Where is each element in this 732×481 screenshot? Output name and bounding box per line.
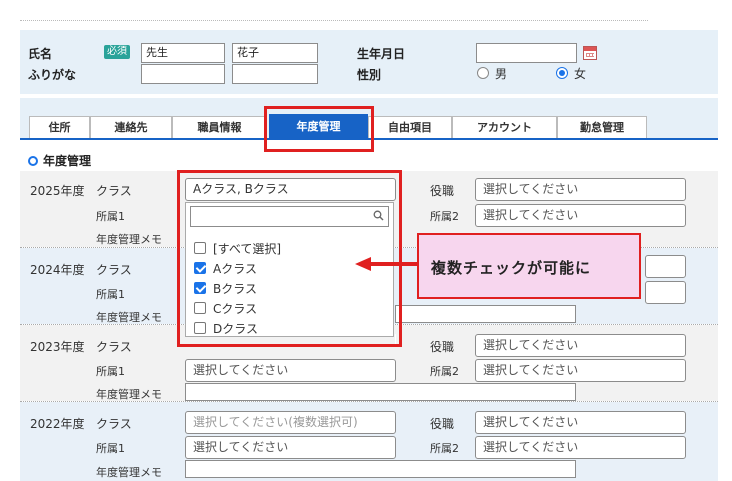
role-select[interactable]: 選択してください bbox=[475, 178, 686, 201]
dept2-select[interactable]: 選択してください bbox=[475, 359, 686, 382]
tab-custom-fields[interactable]: 自由項目 bbox=[368, 116, 452, 139]
class-select[interactable]: 選択してください(複数選択可) bbox=[185, 411, 396, 434]
role-label: 役職 bbox=[430, 340, 455, 354]
section-title-text: 年度管理 bbox=[43, 154, 92, 168]
birthdate-label: 生年月日 bbox=[357, 47, 406, 61]
person-info-panel bbox=[20, 30, 718, 94]
dept1-label: 所属1 bbox=[96, 365, 125, 378]
role-label: 役職 bbox=[430, 184, 455, 198]
year-label: 2022年度 bbox=[30, 417, 85, 431]
role-label: 役職 bbox=[430, 417, 455, 431]
first-name-input[interactable]: 花子 bbox=[232, 43, 318, 63]
memo-label: 年度管理メモ bbox=[96, 388, 162, 401]
tab-highlight-box bbox=[264, 106, 374, 152]
name-label: 氏名 bbox=[28, 47, 53, 61]
dept2-select[interactable]: 選択してください bbox=[475, 204, 686, 227]
gender-label: 性別 bbox=[357, 68, 382, 82]
arrow-left-icon bbox=[355, 257, 419, 271]
year-label: 2025年度 bbox=[30, 184, 85, 198]
class-label: クラス bbox=[96, 263, 132, 277]
dept2-select[interactable]: 選択してください bbox=[475, 436, 686, 459]
memo-input[interactable] bbox=[185, 383, 576, 401]
memo-label: 年度管理メモ bbox=[96, 311, 162, 324]
required-badge: 必須 bbox=[104, 45, 130, 59]
dept2-label: 所属2 bbox=[430, 442, 459, 455]
class-label: クラス bbox=[96, 417, 132, 431]
class-label: クラス bbox=[96, 340, 132, 354]
last-name-input[interactable]: 先生 bbox=[141, 43, 225, 63]
circle-icon bbox=[28, 155, 38, 166]
dept1-select[interactable]: 選択してください bbox=[185, 436, 396, 459]
top-divider bbox=[20, 20, 648, 21]
gender-male-label: 男 bbox=[495, 67, 508, 81]
tab-address[interactable]: 住所 bbox=[29, 116, 90, 139]
callout-note: 複数チェックが可能に bbox=[417, 233, 641, 299]
first-name-kana-input[interactable] bbox=[232, 64, 318, 84]
memo-label: 年度管理メモ bbox=[96, 233, 162, 246]
dept2-label: 所属2 bbox=[430, 365, 459, 378]
furigana-label: ふりがな bbox=[28, 68, 77, 82]
dept1-label: 所属1 bbox=[96, 442, 125, 455]
gender-female-label: 女 bbox=[574, 67, 587, 81]
last-name-kana-input[interactable] bbox=[141, 64, 225, 84]
role-select[interactable] bbox=[645, 255, 686, 278]
tab-attendance[interactable]: 勤怠管理 bbox=[557, 116, 647, 139]
year-label: 2024年度 bbox=[30, 263, 85, 277]
dept1-select[interactable]: 選択してください bbox=[185, 359, 396, 382]
birthdate-input[interactable] bbox=[476, 43, 577, 63]
gender-male-radio[interactable] bbox=[477, 67, 489, 79]
tab-staff-info[interactable]: 職員情報 bbox=[172, 116, 267, 139]
tab-account[interactable]: アカウント bbox=[452, 116, 557, 139]
tab-contact[interactable]: 連絡先 bbox=[90, 116, 172, 139]
memo-input[interactable] bbox=[185, 460, 576, 478]
memo-input[interactable] bbox=[395, 305, 576, 323]
year-label: 2023年度 bbox=[30, 340, 85, 354]
memo-label: 年度管理メモ bbox=[96, 466, 162, 479]
dept1-label: 所属1 bbox=[96, 210, 125, 223]
role-select[interactable]: 選択してください bbox=[475, 334, 686, 357]
dept1-label: 所属1 bbox=[96, 288, 125, 301]
section-title: 年度管理 bbox=[28, 152, 91, 169]
role-select[interactable]: 選択してください bbox=[475, 411, 686, 434]
calendar-icon[interactable] bbox=[583, 46, 597, 60]
dept2-select[interactable] bbox=[645, 281, 686, 304]
dept2-label: 所属2 bbox=[430, 210, 459, 223]
class-label: クラス bbox=[96, 184, 132, 198]
gender-female-radio[interactable] bbox=[556, 67, 568, 79]
